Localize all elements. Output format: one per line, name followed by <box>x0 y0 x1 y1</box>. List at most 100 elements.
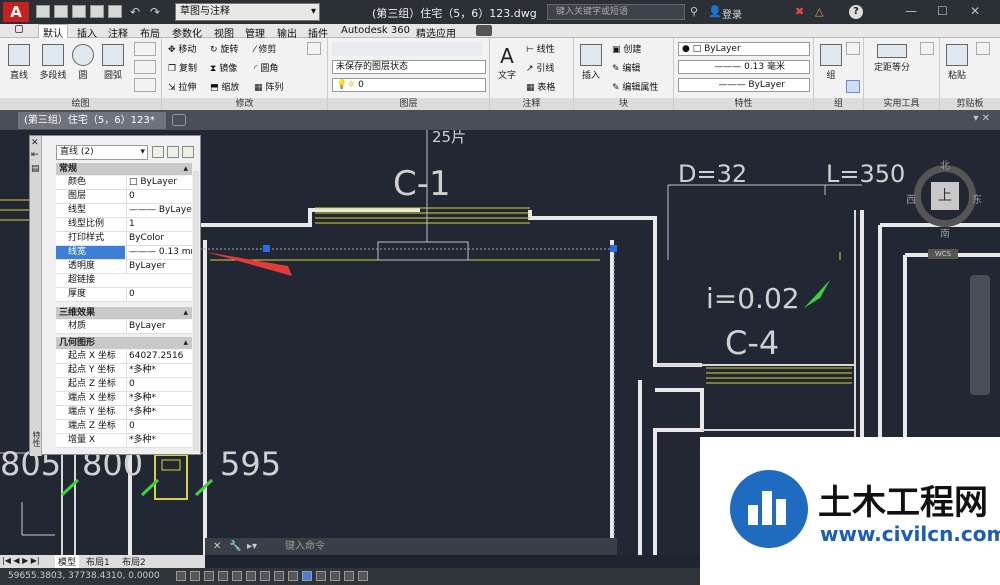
group-select-icon[interactable] <box>846 80 860 93</box>
login-link[interactable]: 登录 <box>722 6 742 21</box>
compass-west[interactable]: 西 <box>906 191 916 206</box>
property-value[interactable]: 1 <box>126 218 192 231</box>
dyn-icon[interactable] <box>288 571 298 581</box>
tab-layout1[interactable]: 布局1 <box>86 555 110 568</box>
property-row[interactable]: 厚度 0 <box>56 288 192 302</box>
exchange-icon[interactable]: ✖ <box>795 5 804 18</box>
compass-south[interactable]: 南 <box>940 225 950 240</box>
new-file-icon[interactable] <box>36 5 50 18</box>
transparency-icon[interactable] <box>316 571 326 581</box>
new-tab-icon[interactable] <box>172 114 186 126</box>
model-space-icon[interactable] <box>176 571 186 581</box>
rectangle-icon[interactable] <box>134 42 156 56</box>
palette-close-icon[interactable]: ✕ <box>31 138 39 148</box>
property-row[interactable]: 端点 X 坐标 *多种* <box>56 392 192 406</box>
ungroup-icon[interactable] <box>846 42 860 55</box>
property-value[interactable]: ByLayer <box>126 260 192 273</box>
leader-button[interactable]: ↗ 引线 <box>526 61 554 74</box>
property-value[interactable]: 0 <box>126 378 192 391</box>
property-value[interactable]: ByLayer <box>126 320 192 333</box>
lineweight-toggle-icon[interactable] <box>302 571 312 581</box>
property-row[interactable]: 线宽——— 0.13 mm <box>56 246 192 260</box>
tab-model[interactable]: 模型 <box>55 555 80 568</box>
property-value[interactable]: 0 <box>126 190 192 203</box>
workspace-dropdown[interactable]: 草图与注释 ▾ <box>175 3 320 21</box>
property-value[interactable]: ——— ByLayer <box>126 204 192 217</box>
table-button[interactable]: ▦ 表格 <box>526 80 555 93</box>
grip-handle[interactable] <box>610 245 617 252</box>
tab-autodesk360[interactable]: Autodesk 360 <box>341 25 410 36</box>
tab-default[interactable]: 默认 <box>38 24 68 40</box>
binoculars-icon[interactable]: ⚲ <box>690 5 698 18</box>
sc-icon[interactable] <box>344 571 354 581</box>
property-row[interactable]: 线型比例 1 <box>56 218 192 232</box>
lineweight-dropdown[interactable]: ——— 0.13 毫米 <box>678 60 810 74</box>
measure-button[interactable]: 定距等分 <box>870 44 914 73</box>
navigation-bar[interactable] <box>970 275 990 395</box>
polar-icon[interactable] <box>232 571 242 581</box>
property-row[interactable]: 颜色 □ ByLayer <box>56 176 192 190</box>
cmd-close-icon[interactable]: ✕ <box>213 538 221 555</box>
scale-button[interactable]: ⬒ 缩放 <box>210 80 239 93</box>
copy-clip-icon[interactable] <box>976 42 990 55</box>
trim-button[interactable]: ⁄ 修剪 <box>254 42 276 55</box>
polyline-button[interactable]: 多段线 <box>38 44 68 81</box>
qp-icon[interactable] <box>330 571 340 581</box>
ortho-icon[interactable] <box>218 571 228 581</box>
tab-layout2[interactable]: 布局2 <box>122 555 146 568</box>
copy-button[interactable]: ❐ 复制 <box>168 61 197 74</box>
view-toggle-icon[interactable] <box>15 25 23 33</box>
document-tab[interactable]: (第三组）住宅（5，6）123* <box>18 112 166 129</box>
hatch-icon[interactable] <box>134 60 156 74</box>
a360-icon[interactable]: △ <box>815 5 823 18</box>
wcs-menu[interactable]: WCS <box>928 249 958 259</box>
property-row[interactable]: 超链接 <box>56 274 192 288</box>
color-dropdown[interactable]: ● □ ByLayer <box>678 42 810 56</box>
paste-button[interactable]: 粘贴 <box>944 44 970 81</box>
layout-nav-icon[interactable]: |◀ ◀ ▶ ▶| <box>2 556 40 565</box>
compass-east[interactable]: 东 <box>972 191 982 206</box>
annotation-icon[interactable] <box>358 571 368 581</box>
toggle-pickadd-icon[interactable] <box>152 146 164 158</box>
property-row[interactable]: 线型 ——— ByLayer <box>56 204 192 218</box>
redo-icon[interactable]: ↷ <box>150 5 164 19</box>
property-value[interactable]: 0 <box>126 288 192 301</box>
erase-icon[interactable] <box>307 42 321 55</box>
property-value[interactable]: □ ByLayer <box>126 176 192 189</box>
autocad-logo-icon[interactable]: A <box>3 2 29 22</box>
property-value[interactable]: ——— 0.13 mm <box>126 246 192 259</box>
grip-handle[interactable] <box>263 245 270 252</box>
mirror-button[interactable]: ⧗ 镜像 <box>210 61 237 74</box>
section-geometry[interactable]: 几何图形 ▴ <box>56 337 192 349</box>
otrack-icon[interactable] <box>260 571 270 581</box>
help-icon[interactable]: ? <box>849 5 863 19</box>
layer-tools-row[interactable] <box>332 42 482 56</box>
coordinates-readout[interactable]: 59655.3803, 37738.4310, 0.0000 <box>8 568 160 585</box>
linear-button[interactable]: ⊢ 线性 <box>526 42 555 55</box>
maximize-icon[interactable]: ☐ <box>937 4 948 18</box>
edit-attr-button[interactable]: ✎ 编辑属性 <box>612 80 658 93</box>
ribbon-options-icon[interactable] <box>476 25 492 36</box>
property-value[interactable]: *多种* <box>126 392 192 405</box>
cmd-recent-icon[interactable]: ▸▾ <box>247 538 257 555</box>
tab-close-icon[interactable]: ▾ ✕ <box>973 113 990 124</box>
viewcube-top-face[interactable]: 上 <box>931 182 959 210</box>
undo-icon[interactable]: ↶ <box>130 5 144 19</box>
property-row[interactable]: 起点 Y 坐标 *多种* <box>56 364 192 378</box>
section-general[interactable]: 常规 ▴ <box>56 163 192 175</box>
property-value[interactable]: 0 <box>126 420 192 433</box>
save-as-icon[interactable] <box>90 5 104 18</box>
search-input[interactable]: 键入关键字或短语 <box>547 4 685 20</box>
insert-button[interactable]: 插入 <box>578 44 604 81</box>
open-file-icon[interactable] <box>54 5 68 18</box>
linetype-dropdown[interactable]: ——— ByLayer <box>678 78 810 92</box>
close-icon[interactable]: ✕ <box>970 4 980 18</box>
property-row[interactable]: 透明度 ByLayer <box>56 260 192 274</box>
fillet-button[interactable]: ◜ 圆角 <box>254 61 278 74</box>
object-type-dropdown[interactable]: 直线 (2) ▾ <box>56 145 148 160</box>
current-layer-dropdown[interactable]: 💡☼ 0 <box>332 78 486 92</box>
save-icon[interactable] <box>72 5 86 18</box>
command-input[interactable]: 键入命令 <box>285 541 325 552</box>
viewcube[interactable]: 上 北 南 东 西 <box>904 155 984 255</box>
osnap-icon[interactable] <box>246 571 256 581</box>
